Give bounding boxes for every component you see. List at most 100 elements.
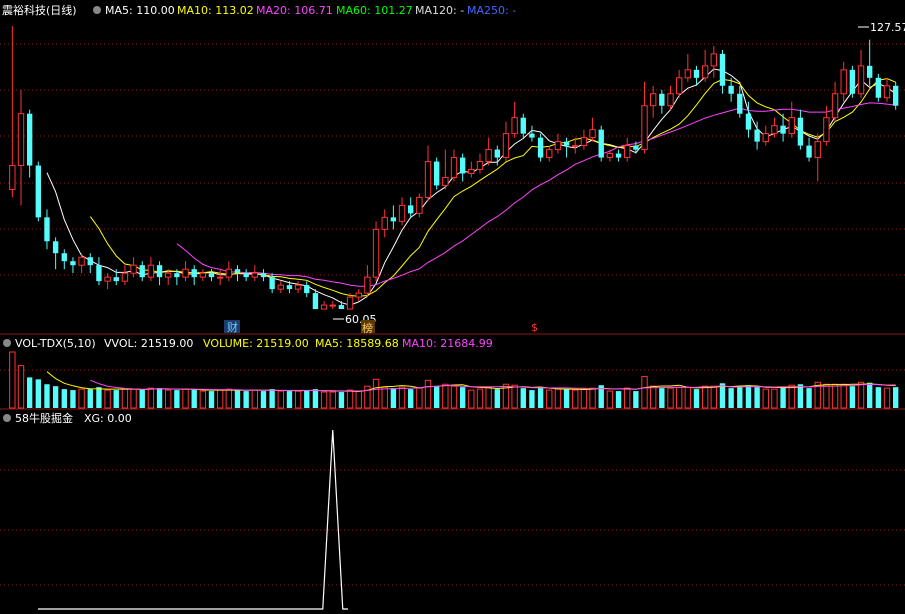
volume-bar-up xyxy=(840,383,847,409)
candle-body-down xyxy=(849,69,856,94)
candle-body-down xyxy=(408,205,414,214)
candle-body-up xyxy=(485,149,492,163)
ma120-label: MA120: - xyxy=(415,4,464,17)
volume-bar-down xyxy=(849,386,856,408)
candle-body-up xyxy=(823,117,830,143)
candle-body-up xyxy=(381,216,388,230)
candle-body-down xyxy=(875,77,882,98)
volume-bar-down xyxy=(390,388,397,408)
volume-bar-down xyxy=(338,392,345,408)
volume-bar-up xyxy=(857,381,865,409)
candle-body-down xyxy=(459,157,466,174)
volume-bar-up xyxy=(641,375,648,409)
volume-bar-down xyxy=(745,385,752,408)
candle-body-up xyxy=(589,129,596,139)
price-panel-title: 震裕科技(日线) xyxy=(2,3,77,17)
volume-bar-down xyxy=(892,387,899,408)
volume-bar-down xyxy=(113,390,119,408)
candle-body-up xyxy=(788,117,795,135)
high-price-label: 127.57 xyxy=(870,21,905,34)
candle-body-down xyxy=(26,113,33,166)
candle-body-up xyxy=(649,93,657,107)
volume-bar-down xyxy=(806,388,812,408)
candle-body-up xyxy=(502,133,510,159)
volume-bar-up xyxy=(762,388,769,409)
candle-body-up xyxy=(710,53,717,67)
candle-body-up xyxy=(355,292,362,298)
volume-bar-down xyxy=(633,391,639,408)
ma5-label: MA5: 110.00 xyxy=(105,4,175,17)
volume-bar-up xyxy=(416,387,423,409)
candle-body-down xyxy=(87,257,93,266)
volume-bar-down xyxy=(754,387,760,408)
volume-bar-down xyxy=(87,389,93,408)
volume-bar-up xyxy=(329,391,336,409)
volume-bar-up xyxy=(320,391,328,409)
volume-bar-down xyxy=(433,386,440,408)
volume-bar-up xyxy=(476,388,484,409)
candle-body-down xyxy=(208,273,215,278)
candle-body-up xyxy=(398,204,406,222)
volume-bar-up xyxy=(788,384,795,409)
event-marker-finance[interactable]: 财 xyxy=(227,320,238,334)
xg-label: XG: 0.00 xyxy=(84,412,132,425)
volume-bar-up xyxy=(589,387,596,409)
volume-panel-menu-icon[interactable] xyxy=(3,339,11,347)
candle-body-up xyxy=(104,276,111,282)
volume-bar-down xyxy=(52,386,59,408)
candle-body-up xyxy=(701,65,709,79)
volume-bar-up xyxy=(468,389,475,409)
candle-body-up xyxy=(606,153,614,159)
volume-bar-down xyxy=(208,391,215,408)
candle-body-up xyxy=(442,176,449,186)
volume-bar-down xyxy=(408,389,414,408)
candle-body-up xyxy=(165,272,172,278)
candle-body-up xyxy=(857,65,865,95)
candle-body-up xyxy=(320,304,328,310)
candle-body-up xyxy=(147,264,155,278)
volume-bar-up xyxy=(771,388,778,409)
volume-bar-up xyxy=(649,385,657,409)
candle-body-down xyxy=(139,265,145,278)
candle-body-up xyxy=(17,113,25,167)
candle-body-up xyxy=(372,228,380,278)
event-marker-dollar[interactable]: $ xyxy=(531,321,538,334)
volume-bar-up xyxy=(182,388,189,409)
candle-body-down xyxy=(390,217,397,222)
candle-body-up xyxy=(121,272,129,282)
volume-bar-down xyxy=(659,388,665,408)
candle-body-up xyxy=(468,169,475,174)
indicator-panel-menu-icon[interactable] xyxy=(3,414,11,422)
candle-body-up xyxy=(364,276,371,294)
volume-bar-up xyxy=(450,385,458,409)
candle-body-down xyxy=(797,117,804,146)
candle-body-up xyxy=(546,149,553,159)
volume-bar-down xyxy=(139,389,145,408)
volume-bar-down xyxy=(693,389,700,408)
volume-bar-up xyxy=(823,383,830,409)
price-panel-menu-icon[interactable] xyxy=(93,6,101,14)
candle-body-up xyxy=(130,264,137,274)
volume-bar-down xyxy=(867,382,873,408)
volume-bar-down xyxy=(459,387,466,408)
candle-body-down xyxy=(754,129,760,142)
event-marker-billboard[interactable]: 榜 xyxy=(362,321,373,335)
candle-body-down xyxy=(615,153,622,158)
volume-bar-up xyxy=(667,387,674,409)
volume-bar-up xyxy=(831,383,839,409)
stock-chart[interactable]: 震裕科技(日线) MA5: 110.00 MA10: 113.02 MA20: … xyxy=(0,0,905,614)
candle-body-down xyxy=(35,165,41,218)
candle-body-down xyxy=(269,277,275,290)
volume-bar-up xyxy=(147,387,155,409)
volume-bar-up xyxy=(424,379,432,409)
candle-body-up xyxy=(225,268,233,278)
candle-body-down xyxy=(70,261,76,266)
candle-body-up xyxy=(762,133,769,143)
volume-bar-up xyxy=(78,388,85,409)
volume-bar-up xyxy=(511,384,518,409)
volume-bar-down xyxy=(520,388,526,408)
candle-body-down xyxy=(537,137,544,158)
volume-panel-title: VOL-TDX(5,10) xyxy=(15,337,96,350)
candle-body-down xyxy=(44,217,50,242)
volume-bar-up xyxy=(165,389,172,409)
